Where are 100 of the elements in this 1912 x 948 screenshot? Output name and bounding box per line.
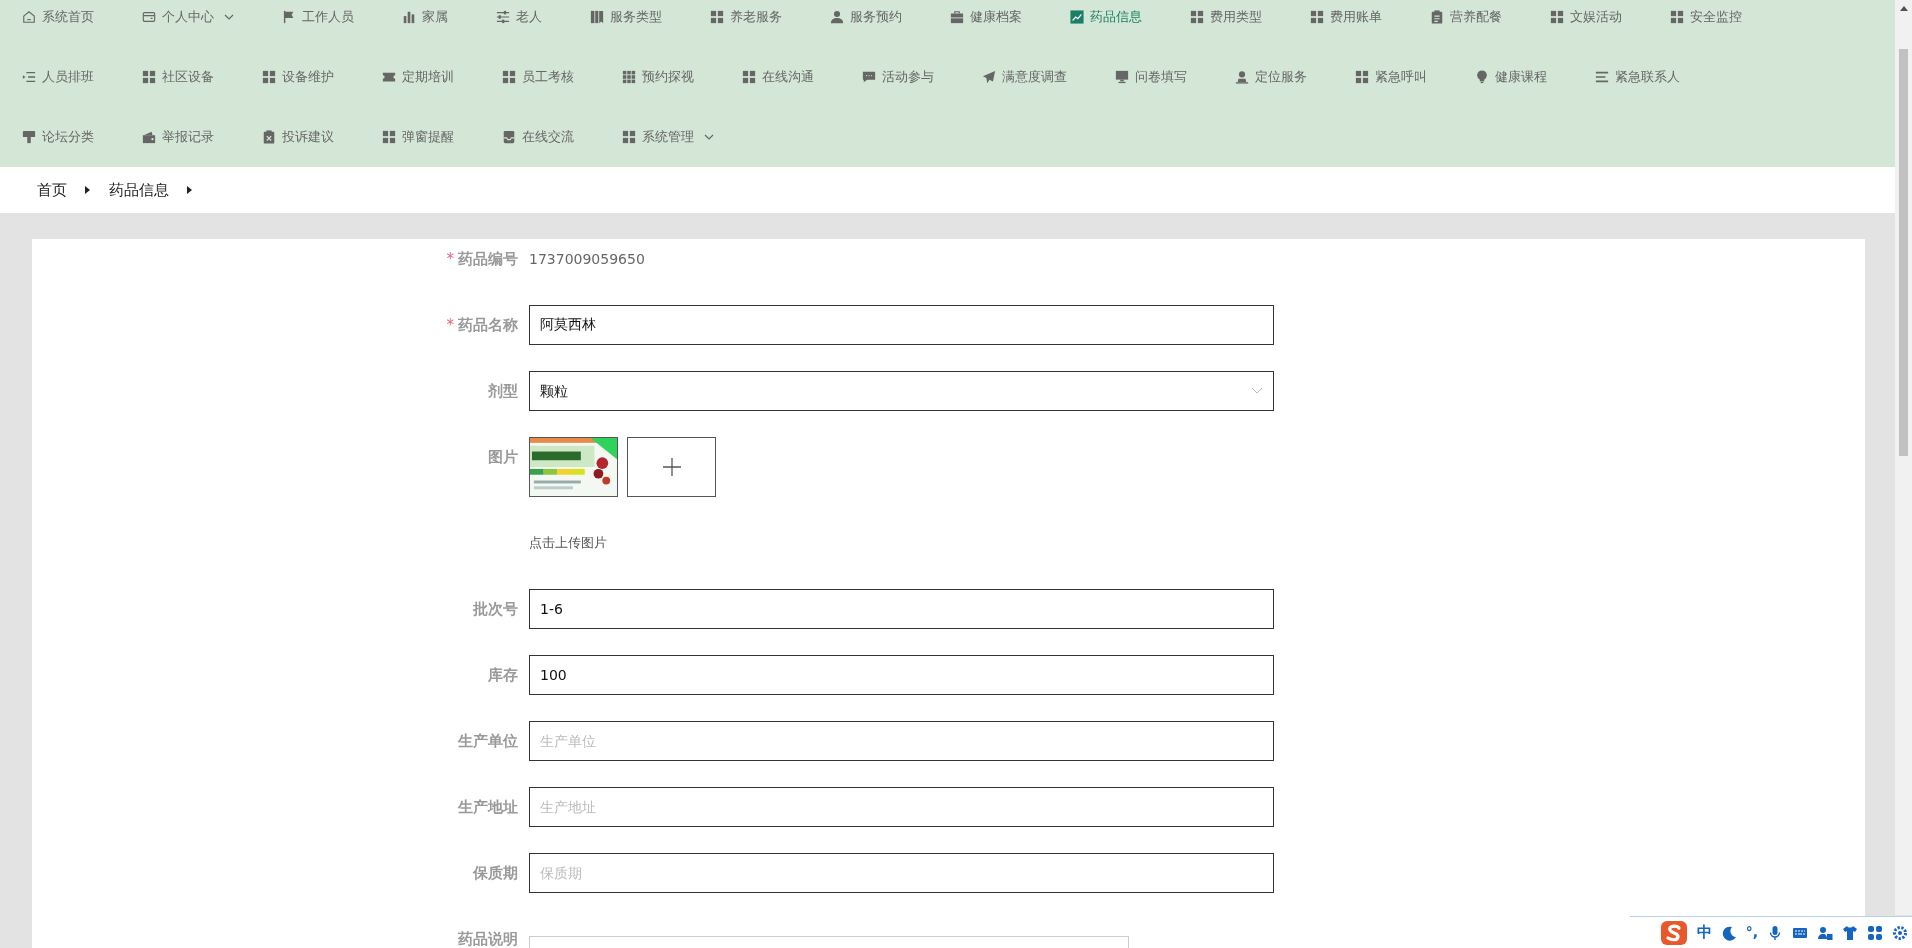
nav-item[interactable]: 工作人员	[282, 7, 354, 27]
input-field[interactable]: 生产地址	[529, 787, 1274, 827]
nav-item[interactable]: 在线交流	[502, 127, 574, 147]
nav-item[interactable]: 紧急联系人	[1595, 67, 1680, 87]
book-icon	[590, 10, 604, 24]
chevron-down-icon	[1251, 387, 1263, 395]
monitor-icon	[1115, 70, 1129, 84]
nav-item[interactable]: 在线沟通	[742, 67, 814, 87]
chevron-icon	[85, 185, 91, 195]
breadcrumb-link[interactable]: 首页	[37, 178, 67, 202]
grid-icon	[1670, 10, 1684, 24]
person-icon	[1235, 70, 1249, 84]
chat-icon	[862, 70, 876, 84]
inbox-icon	[502, 130, 516, 144]
nav-item[interactable]: 系统管理	[622, 127, 714, 147]
input-field[interactable]: 生产单位	[529, 721, 1274, 761]
grid-icon	[502, 70, 516, 84]
nav-item[interactable]: 养老服务	[710, 7, 782, 27]
chevron-icon	[187, 185, 193, 195]
nav-item[interactable]: 预约探视	[622, 67, 694, 87]
field-label: 药品说明	[457, 929, 518, 948]
upload-button[interactable]	[627, 437, 716, 497]
ime-mode-toggle[interactable]: 中	[1696, 921, 1712, 944]
flag-icon	[282, 10, 296, 24]
select-field[interactable]: 颗粒	[529, 371, 1274, 411]
nav-item[interactable]: 家属	[402, 7, 448, 27]
nav-item[interactable]: 费用账单	[1310, 7, 1382, 27]
nav-item[interactable]: 安全监控	[1670, 7, 1742, 27]
nav-item[interactable]: 定位服务	[1235, 67, 1307, 87]
nav-item[interactable]: 健康档案	[950, 7, 1022, 27]
upload-hint: 点击上传图片	[529, 534, 608, 552]
nav-item[interactable]: 员工考核	[502, 67, 574, 87]
card-icon	[142, 10, 156, 24]
nav-item[interactable]: 弹窗提醒	[382, 127, 454, 147]
settings-icon[interactable]	[1892, 924, 1908, 941]
grid-icon[interactable]	[1867, 924, 1883, 941]
moon-icon[interactable]	[1720, 924, 1737, 941]
list-icon	[22, 70, 36, 84]
nav-item[interactable]: 文娱活动	[1550, 7, 1622, 27]
input-field[interactable]: 阿莫西林	[529, 305, 1274, 345]
breadcrumb-link[interactable]: 药品信息	[109, 178, 169, 202]
grid-icon	[262, 70, 276, 84]
field-label: 剂型	[487, 381, 518, 402]
nav-item[interactable]: 投诉建议	[262, 127, 334, 147]
nav-item[interactable]: 设备维护	[262, 67, 334, 87]
field-label: 批次号	[472, 599, 518, 620]
grid-icon	[1355, 70, 1369, 84]
nav-item[interactable]: 人员排班	[22, 67, 94, 87]
field-value: 1737009059650	[529, 250, 645, 269]
nav-item[interactable]: 费用类型	[1190, 7, 1262, 27]
nav-item[interactable]: 定期培训	[382, 67, 454, 87]
person-icon[interactable]	[1817, 924, 1833, 941]
nav-item[interactable]: 老人	[496, 7, 542, 27]
wallet-icon	[142, 130, 156, 144]
bar-chart-icon	[402, 10, 416, 24]
line-chart-icon	[1070, 10, 1084, 24]
grid-icon	[382, 130, 396, 144]
nav-item[interactable]: 系统首页	[22, 7, 94, 27]
nav-item[interactable]: 个人中心	[142, 7, 234, 27]
nav-item[interactable]: 论坛分类	[22, 127, 94, 147]
nav-item[interactable]: 健康课程	[1475, 67, 1547, 87]
nav-item[interactable]: 服务类型	[590, 7, 662, 27]
nav-item[interactable]: 问卷填写	[1115, 67, 1187, 87]
grid-icon	[1190, 10, 1204, 24]
field-label: 生产地址	[456, 797, 518, 818]
field-label: 生产单位	[456, 731, 518, 752]
required-mark: *	[446, 250, 454, 268]
field-label: 药品编号	[458, 250, 518, 268]
nav-item[interactable]: 营养配餐	[1430, 7, 1502, 27]
shirt-icon[interactable]	[1842, 924, 1858, 941]
scrollbar[interactable]	[1895, 0, 1912, 915]
field-label: 药品名称	[458, 316, 518, 334]
nav-item[interactable]: 举报记录	[142, 127, 214, 147]
grid-icon	[142, 70, 156, 84]
microphone-icon[interactable]	[1767, 924, 1783, 941]
input-field[interactable]: 100	[529, 655, 1274, 695]
punctuation-toggle[interactable]: °,	[1745, 922, 1758, 943]
paper-plane-icon	[982, 70, 996, 84]
input-field[interactable]: 1-6	[529, 589, 1274, 629]
clipboard-icon	[1430, 10, 1444, 24]
sliders-icon	[496, 10, 510, 24]
grid-icon	[1550, 10, 1564, 24]
clipboard-icon	[262, 130, 276, 144]
nav-item[interactable]: 服务预约	[830, 7, 902, 27]
input-field[interactable]: 保质期	[529, 853, 1274, 893]
required-mark: *	[446, 316, 454, 334]
briefcase-icon	[950, 10, 964, 24]
grid-icon	[622, 130, 636, 144]
ticket-icon	[382, 70, 396, 84]
nav-item[interactable]: 社区设备	[142, 67, 214, 87]
field-label: 图片	[487, 447, 518, 468]
nav-item[interactable]: 满意度调查	[982, 67, 1067, 87]
nav-item[interactable]: 紧急呼叫	[1355, 67, 1427, 87]
plus-icon	[661, 457, 682, 477]
bulb-icon	[1475, 70, 1489, 84]
nav-item[interactable]: 药品信息	[1070, 7, 1142, 27]
grid-icon	[1310, 10, 1324, 24]
nav-item[interactable]: 活动参与	[862, 67, 934, 87]
grid-icon	[710, 10, 724, 24]
list-icon	[1595, 70, 1609, 84]
